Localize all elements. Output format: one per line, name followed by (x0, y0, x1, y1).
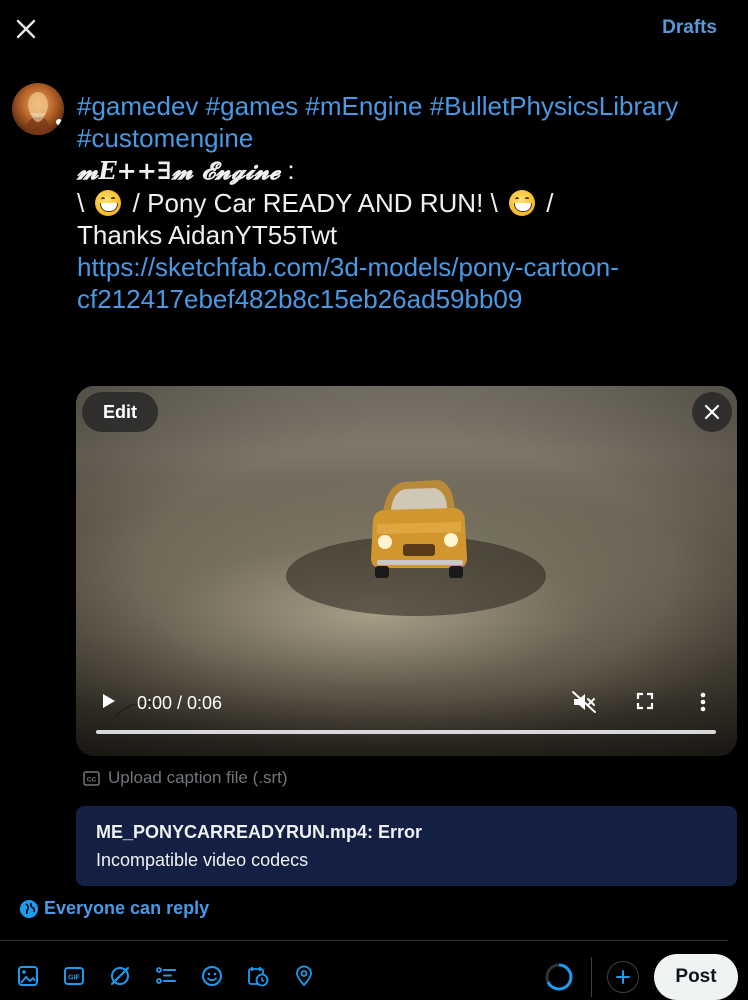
close-icon (704, 404, 720, 420)
more-options-icon[interactable] (698, 690, 708, 714)
avatar (12, 83, 64, 135)
post-line-hashtags: #gamedev #games #mEngine #BulletPhysicsL… (77, 90, 727, 122)
post-line-announcement: \ / Pony Car READY AND RUN! \ / (77, 187, 727, 219)
fullscreen-icon[interactable] (635, 691, 655, 711)
video-controls: 0:00 / 0:06 (76, 676, 737, 756)
error-message: Incompatible video codecs (96, 850, 309, 870)
hashtag[interactable]: #BulletPhysicsLibrary (430, 91, 679, 121)
video-progress-bar[interactable] (96, 730, 716, 734)
upload-caption-button[interactable]: CC Upload caption file (.srt) (83, 768, 288, 788)
emoji-icon[interactable] (200, 964, 224, 988)
text-segment: \ (77, 188, 92, 218)
engine-title-text: 𝓶E++∃𝓶 𝓔𝓷𝓰𝓲𝓷𝓮 (77, 156, 281, 185)
gif-icon[interactable]: GIF (62, 964, 86, 988)
post-line-engine-title: 𝓶E++∃𝓶 𝓔𝓷𝓰𝓲𝓷𝓮 : (77, 154, 727, 187)
hashtag[interactable]: #customengine (77, 123, 253, 153)
text-segment: / Pony Car READY AND RUN! \ (125, 188, 505, 218)
grinning-emoji-icon (508, 190, 535, 216)
edit-media-button[interactable]: Edit (82, 392, 158, 432)
image-icon[interactable] (16, 964, 40, 988)
text-segment: / (538, 188, 554, 218)
post-button[interactable]: Post (654, 954, 738, 1000)
upload-caption-label: Upload caption file (.srt) (108, 768, 288, 787)
schedule-icon[interactable] (246, 964, 270, 988)
divider (0, 940, 728, 941)
reply-setting-button[interactable]: Everyone can reply (20, 898, 209, 919)
close-button[interactable] (10, 13, 42, 45)
add-post-button[interactable] (607, 961, 639, 993)
post-link[interactable]: cf212417ebef482b8c15eb26ad59bb09 (77, 283, 727, 315)
play-icon[interactable] (98, 690, 118, 712)
post-line-hashtags-2: #customengine (77, 122, 727, 154)
character-count-ring (545, 963, 573, 991)
location-icon[interactable] (292, 964, 316, 988)
colon-text: : (280, 155, 295, 185)
svg-text:GIF: GIF (68, 975, 80, 982)
video-preview[interactable]: Edit 0:00 / 0:06 (76, 386, 737, 756)
globe-icon (20, 899, 38, 918)
hashtag[interactable]: #gamedev (77, 91, 198, 121)
composer-toolbar: GIF Post (0, 953, 748, 1000)
remove-media-button[interactable] (692, 392, 732, 432)
hashtag[interactable]: #mEngine (305, 91, 422, 121)
reply-setting-label: Everyone can reply (44, 898, 210, 918)
drafts-link[interactable]: Drafts (662, 17, 717, 39)
divider (591, 957, 592, 997)
video-time: 0:00 / 0:06 (137, 693, 223, 713)
error-title: ME_PONYCARREADYRUN.mp4: Error (96, 822, 423, 842)
svg-text:CC: CC (87, 776, 97, 783)
hashtag[interactable]: #games (206, 91, 299, 121)
post-line-thanks: Thanks AidanYT55Twt (77, 220, 338, 250)
poll-icon[interactable] (154, 964, 178, 988)
upload-error-banner: ME_PONYCARREADYRUN.mp4: Error Incompatib… (76, 806, 737, 886)
plus-icon (616, 970, 630, 984)
muted-speaker-icon[interactable] (571, 690, 597, 714)
closed-caption-icon: CC (83, 770, 100, 786)
grinning-emoji-icon (95, 190, 122, 216)
post-link[interactable]: https://sketchfab.com/3d-models/pony-car… (77, 251, 727, 283)
post-text-area[interactable]: #gamedev #games #mEngine #BulletPhysicsL… (77, 90, 727, 315)
grok-icon[interactable] (108, 964, 132, 988)
close-icon (16, 19, 36, 39)
